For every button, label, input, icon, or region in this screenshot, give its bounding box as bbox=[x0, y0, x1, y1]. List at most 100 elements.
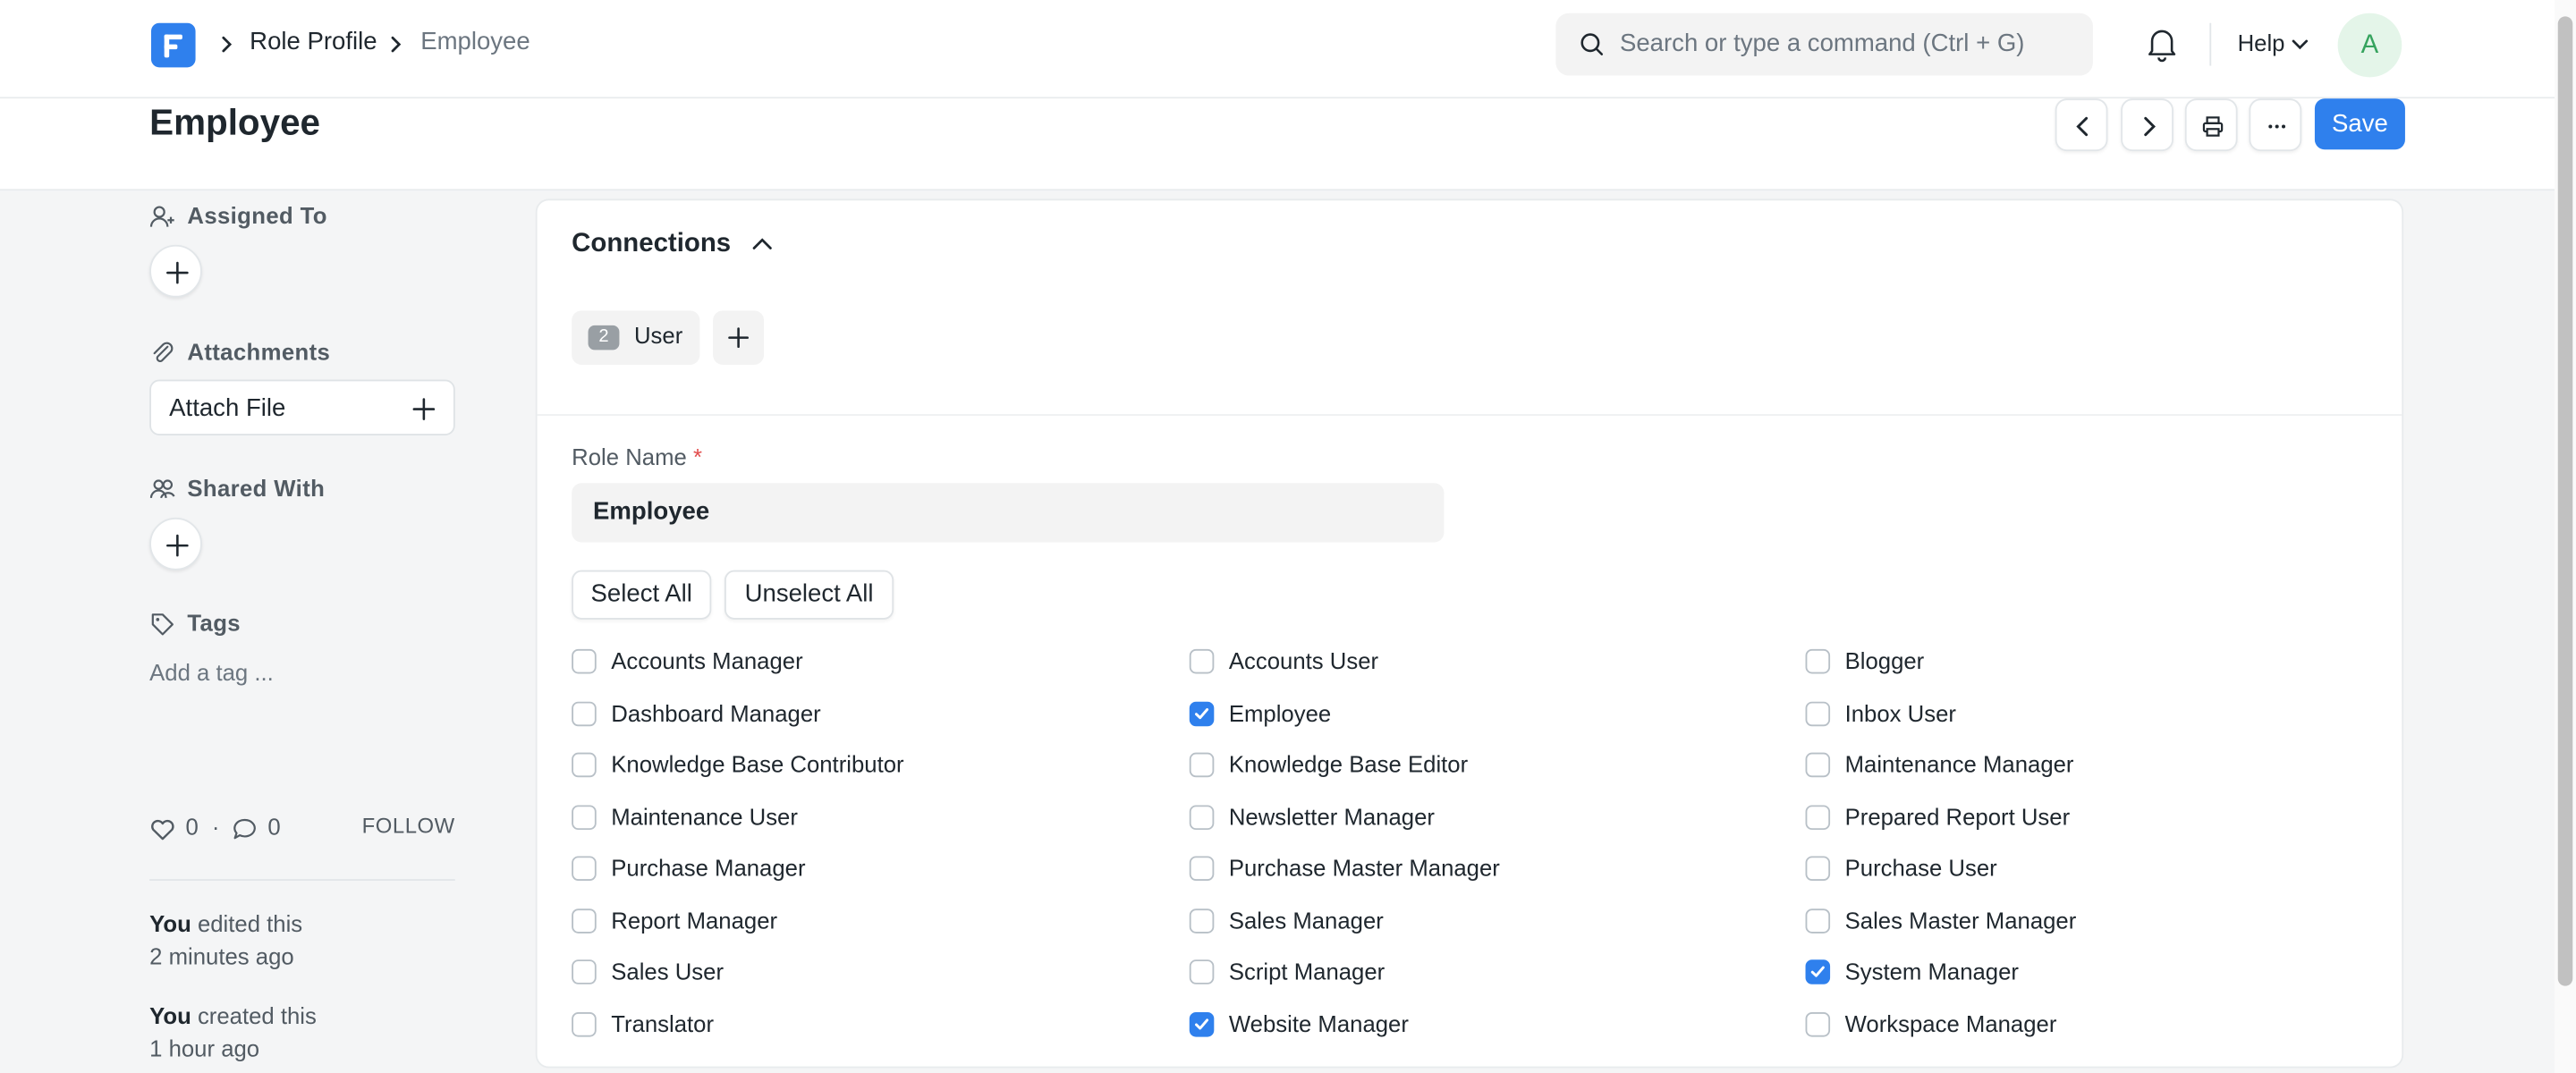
role-checkbox[interactable] bbox=[1189, 908, 1215, 933]
role-checkbox-label[interactable]: Workspace Manager bbox=[1845, 1010, 2057, 1035]
breadcrumb-employee[interactable]: Employee bbox=[420, 28, 530, 55]
role-checkbox-label[interactable]: Translator bbox=[611, 1010, 714, 1035]
comment-count: 0 bbox=[267, 813, 281, 841]
role-name-input[interactable]: Employee bbox=[572, 483, 1445, 543]
role-checkbox-label[interactable]: Newsletter Manager bbox=[1229, 803, 1435, 829]
plus-icon bbox=[166, 261, 189, 284]
select-all-button[interactable]: Select All bbox=[572, 570, 712, 620]
role-checkbox[interactable] bbox=[572, 856, 597, 882]
add-share-button[interactable] bbox=[149, 517, 202, 570]
page-scrollbar[interactable] bbox=[2555, 0, 2576, 1073]
role-checkbox[interactable] bbox=[1805, 908, 1831, 933]
role-checkbox[interactable] bbox=[1189, 648, 1215, 674]
activity-action: edited this bbox=[191, 910, 303, 937]
role-checkbox[interactable] bbox=[1805, 856, 1831, 882]
comment-icon[interactable] bbox=[232, 816, 258, 841]
role-checkbox-label[interactable]: Knowledge Base Contributor bbox=[611, 751, 903, 777]
next-doc-button[interactable] bbox=[2121, 98, 2174, 152]
role-checkbox-label[interactable]: Blogger bbox=[1845, 647, 1925, 673]
attachments-label: Attachments bbox=[187, 338, 331, 365]
add-tag-link[interactable]: Add a tag ... bbox=[149, 659, 274, 685]
scrollbar-thumb[interactable] bbox=[2557, 16, 2573, 986]
role-checkbox-label[interactable]: System Manager bbox=[1845, 958, 2019, 984]
role-checkbox[interactable] bbox=[1805, 804, 1831, 830]
role-checkbox[interactable] bbox=[1189, 1011, 1215, 1036]
role-checkbox[interactable] bbox=[1805, 1011, 1831, 1036]
tag-icon bbox=[151, 613, 174, 636]
role-checkbox-label[interactable]: Sales User bbox=[611, 958, 724, 984]
more-actions-button[interactable] bbox=[2249, 98, 2302, 152]
search-placeholder: Search or type a command (Ctrl + G) bbox=[1619, 30, 2025, 58]
print-button[interactable] bbox=[2184, 98, 2238, 152]
attach-file-button[interactable]: Attach File bbox=[149, 379, 455, 435]
role-checkbox-label[interactable]: Sales Manager bbox=[1229, 906, 1384, 932]
role-name-label-text: Role Name bbox=[572, 444, 687, 470]
connection-label: User bbox=[633, 322, 683, 349]
page-title: Employee bbox=[149, 101, 321, 143]
role-checkbox[interactable] bbox=[1805, 648, 1831, 674]
role-checkbox-label[interactable]: Dashboard Manager bbox=[611, 699, 820, 725]
role-checkbox[interactable] bbox=[572, 959, 597, 984]
add-assignment-button[interactable] bbox=[149, 244, 202, 298]
form-card: Connections 2 User Role Name * Employee … bbox=[535, 199, 2404, 1069]
stats-separator: · bbox=[211, 813, 220, 841]
add-connection-button[interactable] bbox=[713, 310, 765, 365]
notification-bell-icon[interactable] bbox=[2146, 26, 2179, 63]
connection-user-pill[interactable]: 2 User bbox=[572, 310, 700, 365]
role-checkbox[interactable] bbox=[572, 908, 597, 933]
checkmark-icon bbox=[1195, 1018, 1209, 1029]
role-checkbox-label[interactable]: Purchase Manager bbox=[611, 855, 805, 881]
role-checkbox-label[interactable]: Knowledge Base Editor bbox=[1229, 751, 1468, 777]
role-checkbox-label[interactable]: Accounts User bbox=[1229, 647, 1378, 673]
activity-action: created this bbox=[191, 1001, 317, 1029]
role-checkbox[interactable] bbox=[1189, 856, 1215, 882]
role-checkbox[interactable] bbox=[572, 752, 597, 778]
role-checkbox[interactable] bbox=[1189, 804, 1215, 830]
chevron-up-icon[interactable] bbox=[750, 237, 774, 253]
save-button[interactable]: Save bbox=[2314, 98, 2405, 150]
checkmark-icon bbox=[1810, 966, 1825, 977]
tags-label: Tags bbox=[187, 609, 241, 637]
role-checkbox[interactable] bbox=[1189, 959, 1215, 984]
heart-icon[interactable] bbox=[149, 816, 175, 841]
connections-title[interactable]: Connections bbox=[572, 230, 731, 259]
role-checkbox-label[interactable]: Purchase User bbox=[1845, 855, 1997, 881]
role-checkbox[interactable] bbox=[1189, 752, 1215, 778]
printer-icon bbox=[2202, 116, 2224, 137]
app-logo-icon[interactable] bbox=[150, 22, 196, 68]
chevron-down-icon[interactable] bbox=[2290, 36, 2309, 52]
role-checkbox[interactable] bbox=[572, 648, 597, 674]
role-checkbox-label[interactable]: Employee bbox=[1229, 699, 1331, 725]
plus-icon bbox=[728, 327, 749, 349]
user-avatar[interactable]: A bbox=[2337, 13, 2402, 78]
role-checkbox-label[interactable]: Script Manager bbox=[1229, 958, 1385, 984]
help-dropdown[interactable]: Help bbox=[2238, 30, 2285, 55]
role-checkbox[interactable] bbox=[572, 700, 597, 726]
role-checkbox[interactable] bbox=[1805, 959, 1831, 984]
role-checkbox-label[interactable]: Website Manager bbox=[1229, 1010, 1409, 1035]
role-checkbox[interactable] bbox=[572, 804, 597, 830]
role-checkbox-label[interactable]: Purchase Master Manager bbox=[1229, 855, 1500, 881]
role-checkbox-label[interactable]: Inbox User bbox=[1845, 699, 1956, 725]
role-checkbox-label[interactable]: Maintenance User bbox=[611, 803, 798, 829]
role-checkbox[interactable] bbox=[1189, 700, 1215, 726]
role-checkbox[interactable] bbox=[1805, 752, 1831, 778]
role-checkbox-label[interactable]: Report Manager bbox=[611, 906, 777, 932]
role-checkbox-label[interactable]: Accounts Manager bbox=[611, 647, 802, 673]
role-checkbox[interactable] bbox=[572, 1011, 597, 1036]
role-checkbox-label[interactable]: Maintenance Manager bbox=[1845, 751, 2074, 777]
navbar: Role Profile Employee Search or type a c… bbox=[0, 0, 2555, 99]
plus-icon bbox=[412, 398, 436, 420]
unselect-all-button[interactable]: Unselect All bbox=[724, 570, 894, 620]
search-input[interactable]: Search or type a command (Ctrl + G) bbox=[1555, 13, 2093, 76]
follow-button[interactable]: FOLLOW bbox=[362, 814, 455, 839]
breadcrumb-role-profile[interactable]: Role Profile bbox=[250, 28, 377, 55]
like-count: 0 bbox=[185, 813, 199, 841]
role-checkbox[interactable] bbox=[1805, 700, 1831, 726]
chevron-left-icon bbox=[2076, 116, 2089, 137]
previous-doc-button[interactable] bbox=[2055, 98, 2108, 152]
role-checkbox-label[interactable]: Prepared Report User bbox=[1845, 803, 2071, 829]
chevron-right-icon bbox=[222, 36, 233, 53]
role-checkbox-label[interactable]: Sales Master Manager bbox=[1845, 906, 2077, 932]
activity-time: 2 minutes ago bbox=[149, 942, 294, 970]
